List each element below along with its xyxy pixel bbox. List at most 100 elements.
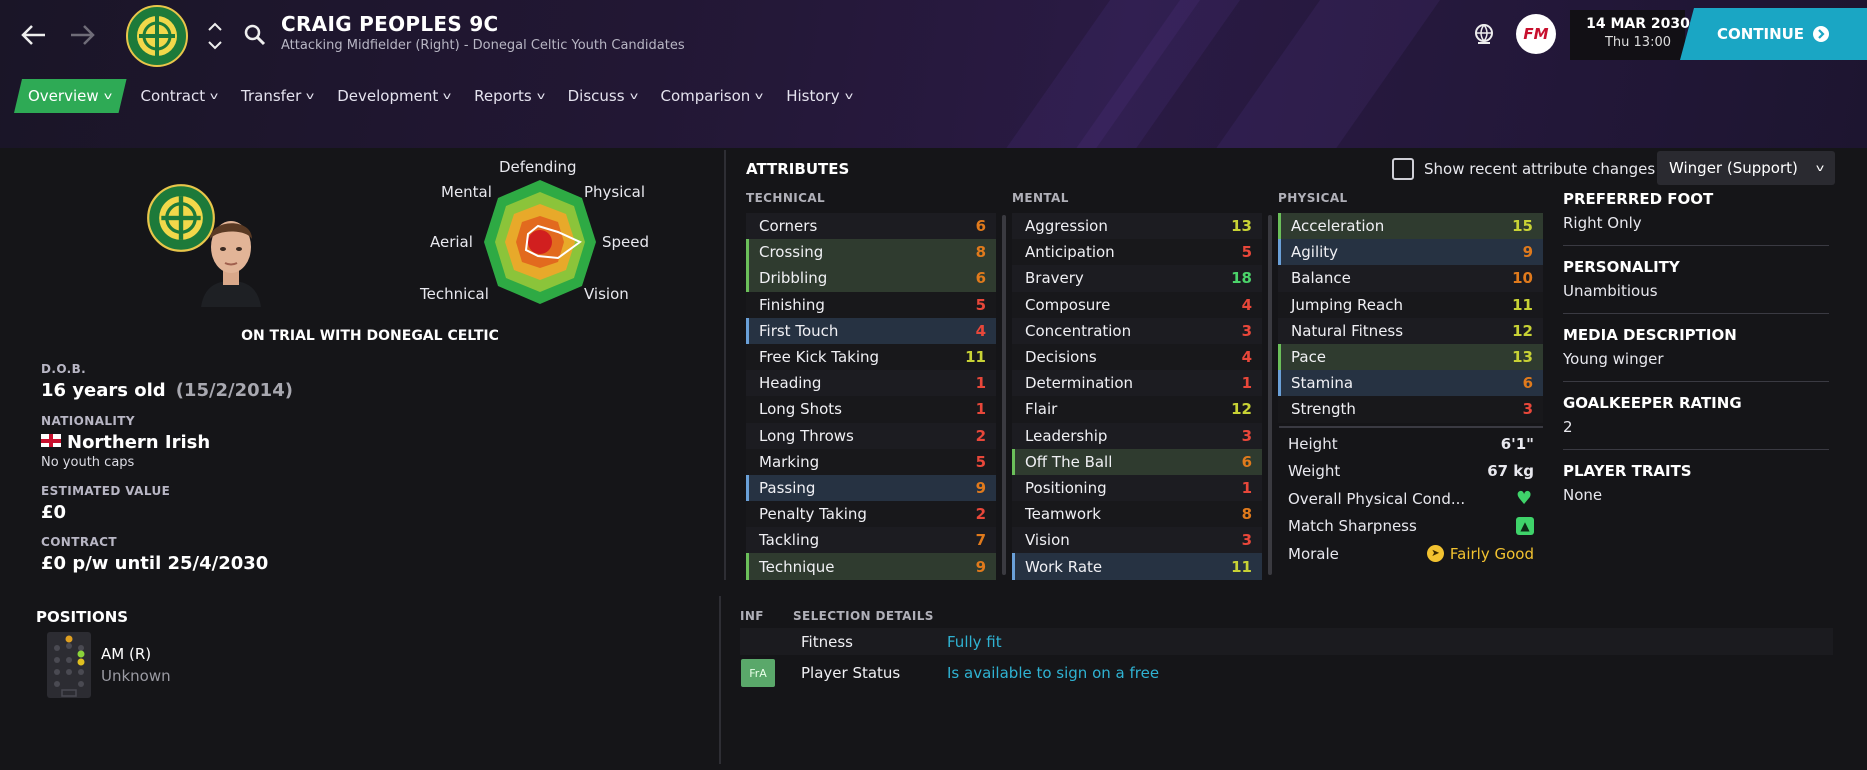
continue-button[interactable]: CONTINUE <box>1680 8 1867 60</box>
attribute-value: 9 <box>975 478 986 497</box>
attribute-name: Agility <box>1291 243 1339 262</box>
attribute-row[interactable]: Vision 3 <box>1012 527 1262 554</box>
globe-icon[interactable] <box>1468 18 1500 50</box>
attribute-row[interactable]: Long Shots 1 <box>746 396 996 423</box>
tab-discuss[interactable]: Discuss v <box>558 79 647 113</box>
attribute-row[interactable]: Technique 9 <box>746 553 996 580</box>
attribute-row[interactable]: First Touch 4 <box>746 317 996 344</box>
tab-overview[interactable]: Overview v <box>14 79 127 113</box>
pitch-position-icon[interactable] <box>47 632 91 698</box>
attribute-row[interactable]: Dribbling 6 <box>746 265 996 292</box>
recent-changes-toggle[interactable]: Show recent attribute changes <box>1392 158 1655 180</box>
attribute-row[interactable]: Tackling 7 <box>746 527 996 554</box>
fitness-value[interactable]: Fully fit <box>947 633 1002 651</box>
radar-label-mental: Mental <box>441 183 492 201</box>
attribute-row[interactable]: Heading 1 <box>746 370 996 397</box>
dob-date: (15/2/2014) <box>175 380 293 401</box>
attribute-row[interactable]: Passing 9 <box>746 474 996 502</box>
attribute-row[interactable]: Positioning 1 <box>1012 474 1262 502</box>
attribute-value: 5 <box>975 452 986 471</box>
dob-label: D.O.B. <box>41 362 87 376</box>
attribute-name: Decisions <box>1025 348 1097 367</box>
attribute-name: Penalty Taking <box>759 505 867 524</box>
attribute-row[interactable]: Agility 9 <box>1278 239 1543 266</box>
tab-label: Comparison <box>660 87 751 105</box>
tab-history[interactable]: History v <box>776 79 861 113</box>
attribute-row[interactable]: Crossing 8 <box>746 239 996 266</box>
attribute-row[interactable]: Strength 3 <box>1278 396 1543 423</box>
tab-development[interactable]: Development v <box>327 79 460 113</box>
attribute-row[interactable]: Pace 13 <box>1278 343 1543 371</box>
attribute-row[interactable]: Anticipation 5 <box>1012 239 1262 266</box>
attribute-row[interactable]: Composure 4 <box>1012 291 1262 318</box>
attribute-row[interactable]: Leadership 3 <box>1012 422 1262 449</box>
player-cycle-control[interactable] <box>206 18 224 54</box>
attribute-name: Flair <box>1025 400 1058 419</box>
attribute-row[interactable]: Stamina 6 <box>1278 370 1543 397</box>
divider <box>1279 426 1543 428</box>
attribute-row[interactable]: Teamwork 8 <box>1012 501 1262 528</box>
tab-label: Discuss <box>567 87 625 105</box>
attribute-name: Work Rate <box>1025 557 1103 576</box>
attribute-row[interactable]: Concentration 3 <box>1012 317 1262 344</box>
panel-divider <box>724 150 726 580</box>
attribute-row[interactable]: Bravery 18 <box>1012 265 1262 292</box>
nationality-value[interactable]: Northern Irish <box>41 432 210 453</box>
search-icon[interactable] <box>240 20 270 50</box>
mental-attributes: Aggression 13 Anticipation 5 Bravery 18 Compos… <box>1012 213 1262 580</box>
arrow-circle-icon <box>1813 26 1830 42</box>
attribute-row[interactable]: Free Kick Taking 11 <box>746 343 996 371</box>
attribute-row[interactable]: Acceleration 15 <box>1278 213 1543 240</box>
player-status-value[interactable]: Is available to sign on a free <box>947 664 1159 682</box>
checkbox[interactable] <box>1392 158 1414 180</box>
tab-reports[interactable]: Reports v <box>464 79 553 113</box>
forward-arrow-icon[interactable] <box>66 20 98 50</box>
radar-label-technical: Technical <box>420 285 489 303</box>
radar-label-physical: Physical <box>584 183 646 201</box>
condition-row: Overall Physical Cond... ♥ <box>1279 485 1544 513</box>
player-subtitle: Attacking Midfielder (Right) - Donegal C… <box>281 38 685 53</box>
scrollbar[interactable] <box>1268 215 1272 575</box>
attribute-value: 6 <box>975 269 986 288</box>
attribute-name: Composure <box>1025 295 1111 314</box>
attribute-row[interactable]: Aggression 13 <box>1012 213 1262 240</box>
role-select[interactable]: Winger (Support) v <box>1657 151 1835 185</box>
attribute-row[interactable]: Corners 6 <box>746 213 996 240</box>
tab-comparison[interactable]: Comparison v <box>650 79 772 113</box>
attribute-name: Determination <box>1025 374 1134 393</box>
attribute-row[interactable]: Balance 10 <box>1278 265 1543 292</box>
attribute-row[interactable]: Decisions 4 <box>1012 343 1262 371</box>
radar-label-speed: Speed <box>602 233 650 251</box>
contract-value: £0 p/w until 25/4/2030 <box>41 553 269 574</box>
media-description-label: MEDIA DESCRIPTION <box>1563 326 1737 344</box>
attribute-row[interactable]: Long Throws 2 <box>746 422 996 449</box>
scrollbar[interactable] <box>1002 215 1006 575</box>
attribute-name: Natural Fitness <box>1291 321 1404 340</box>
current-time: Thu 13:00 <box>1604 35 1671 50</box>
tab-label: Transfer <box>241 87 302 105</box>
fitness-label: Fitness <box>801 632 853 651</box>
back-arrow-icon[interactable] <box>18 20 50 50</box>
weight-label: Weight <box>1288 462 1341 481</box>
dob-value: 16 years old (15/2/2014) <box>41 380 293 401</box>
attribute-row[interactable]: Work Rate 11 <box>1012 553 1262 580</box>
attribute-row[interactable]: Flair 12 <box>1012 396 1262 423</box>
attribute-row[interactable]: Jumping Reach 11 <box>1278 291 1543 318</box>
attribute-row[interactable]: Off The Ball 6 <box>1012 448 1262 475</box>
attribute-row[interactable]: Natural Fitness 12 <box>1278 317 1543 344</box>
app-window: CRAIG PEOPLES 9C Attacking Midfielder (R… <box>0 0 1867 770</box>
goalkeeper-rating-value: 2 <box>1563 418 1829 450</box>
trial-status: ON TRIAL WITH DONEGAL CELTIC <box>241 328 499 344</box>
fm-logo[interactable]: FM <box>1516 14 1556 54</box>
weight-row: Weight 67 kg <box>1279 458 1544 486</box>
tab-label: Development <box>337 87 439 105</box>
status-badge[interactable]: FrA <box>741 659 775 687</box>
attribute-name: Leadership <box>1025 426 1108 445</box>
tab-contract[interactable]: Contract v <box>131 79 227 113</box>
attribute-row[interactable]: Penalty Taking 2 <box>746 501 996 528</box>
attribute-row[interactable]: Marking 5 <box>746 448 996 475</box>
attribute-row[interactable]: Determination 1 <box>1012 370 1262 397</box>
club-badge[interactable] <box>125 4 189 68</box>
tab-transfer[interactable]: Transfer v <box>231 79 323 113</box>
attribute-row[interactable]: Finishing 5 <box>746 291 996 318</box>
